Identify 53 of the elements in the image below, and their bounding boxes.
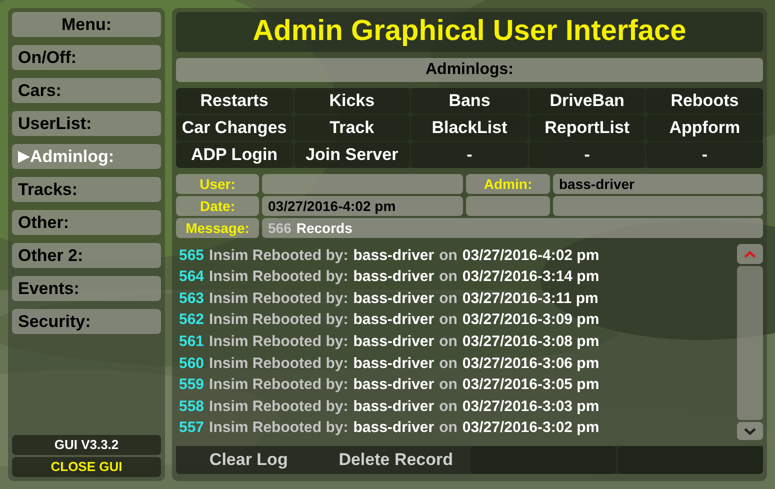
version-label: GUI V3.3.2 — [12, 435, 161, 455]
menu-item[interactable]: Adminlog: — [12, 144, 161, 169]
log-entry: 559 Insim Rebooted by: bass-driver on 03/27/2016-3:05 pm — [179, 375, 600, 396]
menu-title: Menu: — [12, 12, 161, 37]
log-category-button[interactable]: Appform — [646, 115, 763, 141]
menu-item[interactable]: Other 2: — [12, 243, 161, 268]
field-label: Admin: — [466, 174, 550, 194]
log-category-button[interactable]: ADP Login — [176, 142, 293, 168]
log-entry: 565 Insim Rebooted by: bass-driver on 03/27/2016-4:02 pm — [179, 246, 600, 266]
log-category-button[interactable]: ReportList — [528, 115, 646, 141]
log-category-button[interactable]: Kicks — [294, 88, 410, 114]
log-entry: 564 Insim Rebooted by: bass-driver on 03/27/2016-3:14 pm — [179, 267, 600, 288]
log-category-button[interactable]: Track — [294, 115, 410, 141]
log-category-button[interactable]: Restarts — [176, 88, 293, 114]
field-label: Date: — [176, 196, 259, 216]
log-category-button[interactable]: Bans — [411, 88, 528, 114]
log-category-button[interactable]: BlackList — [411, 115, 528, 141]
log-entry: 557 Insim Rebooted by: bass-driver on 03/27/2016-3:02 pm — [179, 418, 600, 438]
menu-item[interactable]: Tracks: — [12, 177, 161, 202]
log-category-button[interactable]: DriveBan — [528, 88, 646, 114]
scroll-track[interactable] — [737, 266, 763, 420]
window-title: Admin Graphical User Interface — [176, 12, 763, 52]
log-category-button[interactable]: Reboots — [646, 88, 763, 114]
menu-item[interactable]: Other: — [12, 210, 161, 235]
log-entry: 558 Insim Rebooted by: bass-driver on 03/27/2016-3:03 pm — [179, 396, 600, 417]
log-category-button[interactable]: - — [411, 142, 528, 168]
caret-up-icon — [744, 250, 756, 258]
log-category-button[interactable]: - — [528, 142, 646, 168]
log-category-button[interactable]: Car Changes — [176, 115, 293, 141]
log-category-button[interactable]: - — [646, 142, 763, 168]
log-entry: 563 Insim Rebooted by: bass-driver on 03/27/2016-3:11 pm — [179, 288, 600, 309]
menu-item[interactable]: UserList: — [12, 111, 161, 136]
menu-item[interactable]: On/Off: — [12, 45, 161, 70]
log-entry: 562 Insim Rebooted by: bass-driver on 03/27/2016-3:09 pm — [179, 310, 600, 330]
message-field: 566 Records — [262, 218, 763, 238]
caret-down-icon — [744, 428, 756, 434]
section-header: Adminlogs: — [176, 58, 763, 82]
log-entry: 561 Insim Rebooted by: bass-driver on 03/27/2016-3:08 pm — [179, 332, 600, 352]
blank-button[interactable] — [470, 446, 616, 474]
triangle-right-icon — [18, 150, 30, 162]
field-label: User: — [176, 174, 259, 194]
menu-item[interactable]: Events: — [12, 276, 161, 301]
close-button[interactable]: CLOSE GUI — [12, 457, 161, 477]
field-label: Message: — [176, 218, 259, 238]
scroll-up-button[interactable] — [737, 244, 763, 264]
menu-item[interactable]: Security: — [12, 309, 161, 334]
scroll-down-button[interactable] — [737, 422, 763, 440]
log-entry: 560 Insim Rebooted by: bass-driver on 03/27/2016-3:06 pm — [179, 354, 600, 374]
admin-field: bass-driver — [553, 174, 763, 194]
log-category-button[interactable]: Join Server — [294, 142, 410, 168]
menu-item[interactable]: Cars: — [12, 78, 161, 103]
blank-button[interactable] — [618, 446, 763, 474]
date-field: 03/27/2016-4:02 pm — [262, 196, 463, 216]
